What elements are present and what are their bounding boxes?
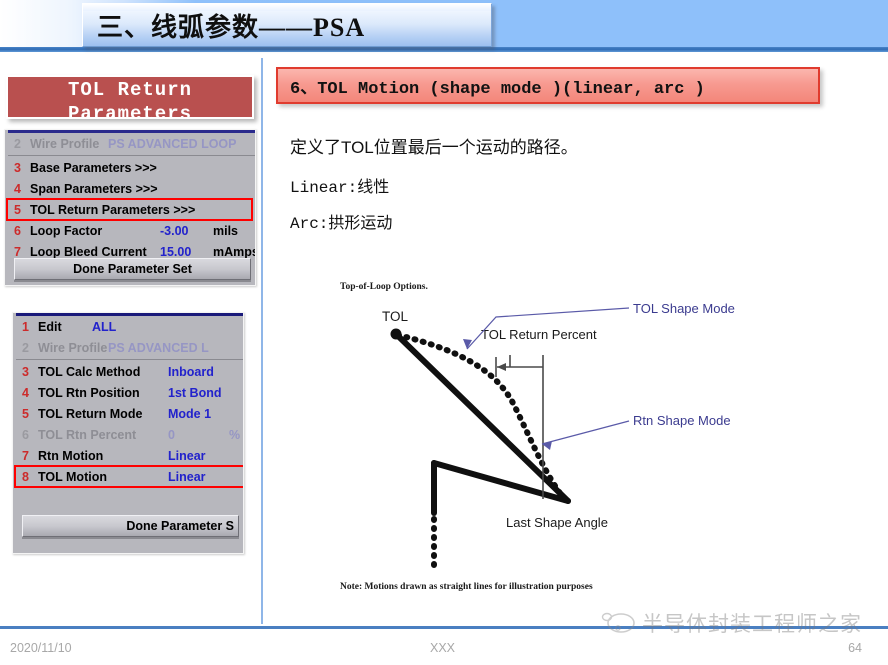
parameter-row-index: 7: [14, 244, 21, 259]
done-parameter-set-button-1[interactable]: Done Parameter Set: [14, 258, 251, 280]
parameter-set-window-1: 2 Wire Profile PS ADVANCED LOOP 3 Base Param…: [4, 129, 256, 286]
left-content-column: TOL Return Parameters 2 Wire Profile PS AD…: [0, 57, 258, 622]
parameter-row-value[interactable]: 15.00: [160, 245, 191, 259]
diagram-label-tol-shape-mode: TOL Shape Mode: [633, 301, 735, 316]
diagram-label-tol-return-percent: TOL Return Percent: [481, 327, 597, 342]
parameter-row-value[interactable]: -3.00: [160, 224, 189, 238]
parameter-row-unit: mAmps: [213, 244, 256, 259]
parameter-row-index: 2: [22, 340, 29, 355]
done-parameter-set-button-2[interactable]: Done Parameter S: [22, 515, 239, 537]
parameter-row-value[interactable]: ALL: [92, 320, 116, 334]
diagram-caption-text: Top-of-Loop Options.: [340, 282, 428, 292]
parameter-set-window-1-inner: 2 Wire Profile PS ADVANCED LOOP 3 Base Param…: [6, 130, 256, 285]
row-separator: [8, 155, 255, 156]
parameter-row-label: TOL Rtn Percent: [38, 427, 137, 442]
parameter-row-label: Wire Profile: [38, 340, 108, 355]
parameter-row[interactable]: 4 TOL Rtn Position 1st Bond: [16, 382, 243, 403]
footer-center-text: XXX: [430, 641, 456, 655]
window-1-bottom-rule: [14, 280, 251, 282]
parameter-row-label: TOL Calc Method: [38, 364, 141, 379]
parameter-row-label: Loop Bleed Current: [30, 244, 147, 259]
parameter-row-label: TOL Return Mode: [38, 406, 143, 421]
right-content-column: 6、TOL Motion (shape mode )(linear, arc )…: [266, 57, 888, 622]
parameter-row-index: 3: [22, 364, 29, 379]
parameter-row-label: Wire Profile: [30, 136, 100, 151]
parameter-row-index: 4: [14, 181, 21, 196]
body-line-2: Linear:线性: [290, 179, 390, 197]
diagram-measure-arrowhead: [497, 363, 506, 371]
parameter-row[interactable]: 6 Loop Factor -3.00 mils: [8, 220, 255, 241]
parameter-row[interactable]: 7 Rtn Motion Linear: [16, 445, 243, 466]
parameter-row-index: 6: [14, 223, 21, 238]
section-header-banner: 6、TOL Motion (shape mode )(linear, arc ): [276, 67, 820, 104]
diagram-label-last-shape-angle: Last Shape Angle: [506, 515, 608, 530]
parameter-set-window-2: 1 Edit ALL 2 Wire Profile PS ADVANCED L 3 TOL C…: [12, 312, 244, 554]
parameter-row[interactable]: 6 TOL Rtn Percent 0%: [16, 424, 243, 445]
parameter-row[interactable]: 1 Edit ALL: [16, 316, 243, 337]
parameter-row-label: Rtn Motion: [38, 448, 104, 463]
window-2-bottom-rule: [22, 537, 239, 539]
parameter-row[interactable]: 2 Wire Profile PS ADVANCED LOOP: [8, 133, 255, 154]
row-separator: [16, 359, 243, 360]
section-header-text: 6、TOL Motion (shape mode )(linear, arc ): [290, 79, 705, 99]
parameter-set-window-2-inner: 1 Edit ALL 2 Wire Profile PS ADVANCED L 3 TOL C…: [14, 313, 243, 553]
parameter-row-index: 7: [22, 448, 29, 463]
body-line-1: 定义了TOL位置最后一个运动的路径。: [290, 138, 578, 157]
diagram-note-text: Note: Motions drawn as straight lines fo…: [340, 582, 593, 592]
parameter-row-label: Edit: [38, 319, 62, 334]
parameter-row[interactable]: 3 Base Parameters >>>: [8, 157, 255, 178]
parameter-row-index: 5: [22, 406, 29, 421]
parameter-row-unit: mils: [213, 223, 239, 238]
parameter-row-index: 5: [14, 202, 21, 217]
tol-return-parameters-title-block: TOL Return Parameters: [6, 75, 254, 125]
footer-date: 2020/11/10: [10, 641, 72, 655]
column-divider: [261, 58, 263, 624]
parameter-row-value[interactable]: PS ADVANCED L: [108, 341, 209, 355]
parameter-row[interactable]: 3 TOL Calc Method Inboard: [16, 361, 243, 382]
parameter-row-label: Base Parameters >>>: [30, 160, 157, 175]
parameter-row-value[interactable]: Inboard: [168, 365, 214, 379]
parameter-row-value[interactable]: PS ADVANCED LOOP: [108, 137, 237, 151]
diagram-label-tol: TOL: [382, 309, 409, 324]
tol-return-parameters-title-text: TOL Return Parameters: [67, 79, 193, 125]
parameter-row-label: Span Parameters >>>: [30, 181, 158, 196]
parameter-row-index: 4: [22, 385, 29, 400]
body-line-3: Arc:拱形运动: [290, 215, 393, 233]
parameter-row-value[interactable]: 1st Bond: [168, 386, 221, 400]
parameter-row[interactable]: 4 Span Parameters >>>: [8, 178, 255, 199]
slide-title-box: 三、线弧参数——PSA: [82, 3, 492, 47]
parameter-row-index: 8: [22, 469, 29, 484]
parameter-row-index: 3: [14, 160, 21, 175]
parameter-row-value[interactable]: Linear: [168, 470, 206, 484]
parameter-row-value[interactable]: 0: [168, 428, 175, 442]
diagram-leader-rtn-shape-mode: [541, 420, 630, 445]
parameter-row-index: 2: [14, 136, 21, 151]
top-of-loop-options-diagram: Top-of-Loop Options. TOL TOL Return Perc…: [336, 277, 766, 607]
parameter-row-label: TOL Return Parameters >>>: [30, 202, 196, 217]
diagram-leader-arrowhead-tol-shape-mode: [463, 339, 472, 349]
parameter-row[interactable]: 5 TOL Return Parameters >>>: [6, 198, 255, 221]
page-title: 三、线弧参数——PSA: [97, 12, 366, 42]
parameter-row-value[interactable]: Mode 1: [168, 407, 211, 421]
parameter-row-label: Loop Factor: [30, 223, 103, 238]
parameter-rows-2: 1 Edit ALL 2 Wire Profile PS ADVANCED L 3 TOL C…: [14, 316, 243, 488]
parameter-row[interactable]: 2 Wire Profile PS ADVANCED L: [16, 337, 243, 358]
parameter-row[interactable]: 5 TOL Return Mode Mode 1: [16, 403, 243, 424]
diagram-label-rtn-shape-mode: Rtn Shape Mode: [633, 413, 731, 428]
parameter-row-index: 1: [22, 319, 29, 334]
parameter-row-value[interactable]: Linear: [168, 449, 206, 463]
parameter-row-index: 6: [22, 427, 29, 442]
banner-divider-rule: [0, 47, 888, 52]
footer-page-number: 64: [848, 641, 862, 655]
parameter-row-unit: %: [229, 427, 241, 442]
parameter-row-label: TOL Motion: [38, 469, 107, 484]
footer-divider-rule: [0, 626, 888, 629]
parameter-rows-1: 2 Wire Profile PS ADVANCED LOOP 3 Base Param…: [6, 133, 256, 262]
parameter-row[interactable]: 8 TOL Motion Linear: [14, 465, 243, 488]
parameter-row-label: TOL Rtn Position: [38, 385, 140, 400]
